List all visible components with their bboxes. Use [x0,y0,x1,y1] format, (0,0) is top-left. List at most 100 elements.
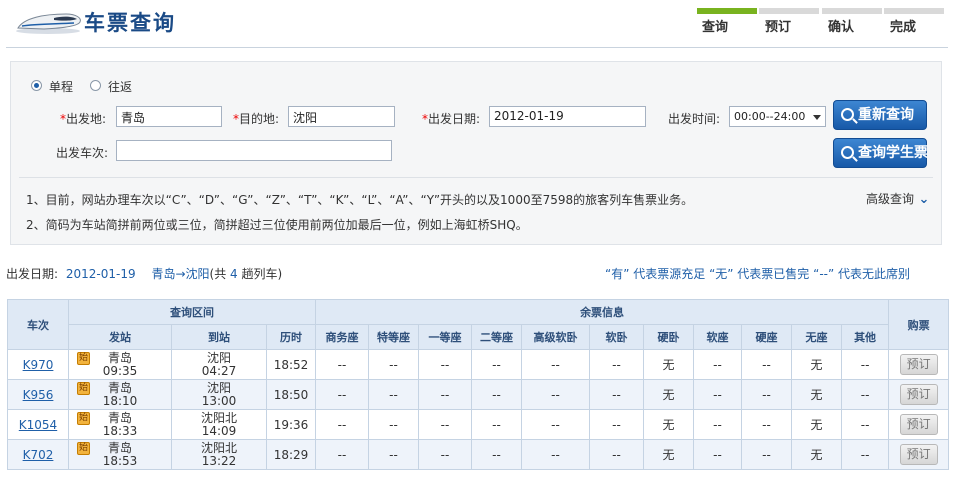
train-cell: K970 [7,349,69,380]
col-header-interval: 查询区间 [68,299,316,325]
seat-cell: -- [368,379,419,410]
seat-cell: -- [418,409,472,440]
seat-cell: -- [741,409,792,440]
train-rows: K970 始青岛 09:35 沈阳 04:27 18:52 -- -- -- -- -- -- 无 -- -… [7,349,950,470]
seat-cell: -- [418,379,472,410]
col-header-seat: 其他 [840,324,890,350]
train-number-link[interactable]: K1054 [19,418,57,432]
seat-cell: -- [589,409,644,440]
col-header-seat: 硬座 [741,324,792,350]
to-cell: 沈阳北 14:09 [171,409,267,440]
train-number-link[interactable]: K702 [23,448,54,462]
train-number-link[interactable]: K970 [23,358,54,372]
seat-cell: -- [589,379,644,410]
chevron-down-icon [813,115,821,120]
advanced-query-link[interactable]: 高级查询 ⌄ [866,190,929,207]
col-header-seat: 特等座 [368,324,419,350]
search-icon [841,108,854,121]
summary-count-suffix: 趟列车) [241,267,283,281]
from-cell: 始青岛 18:53 [68,439,172,470]
requery-button[interactable]: 重新查询 [833,100,927,130]
col-header-seat: 软卧 [589,324,644,350]
book-button[interactable]: 预订 [899,354,938,375]
col-header-from: 发站 [68,324,172,350]
seat-cell: -- [840,349,890,380]
table-row: K702 始青岛 18:53 沈阳北 13:22 18:29 -- -- -- -- -- -- 无 --… [7,439,950,470]
seat-cell: 无 [643,439,694,470]
seat-cell: -- [693,409,742,440]
seat-cell: -- [840,379,890,410]
train-number-link[interactable]: K956 [23,388,54,402]
requery-button-label: 重新查询 [858,107,914,123]
summary-route: 青岛→沈阳 [151,267,210,281]
seat-cell: 无 [791,349,842,380]
time-select[interactable]: 00:00--24:00 [729,106,826,127]
seat-cell: -- [521,409,590,440]
col-header-duration: 历时 [266,324,316,350]
train-cell: K956 [7,379,69,410]
step-label-done: 完成 [890,20,917,35]
radio-one-way-label[interactable]: 单程 [49,78,73,95]
seat-cell: -- [315,379,369,410]
summary-date-label: 出发日期: [6,267,59,281]
summary-date: 2012-01-19 [65,267,136,281]
departure-time: 09:35 [102,363,138,378]
seat-cell: -- [741,379,792,410]
seat-cell: -- [840,409,890,440]
seat-cell: -- [418,349,472,380]
availability-legend: “有” 代表票源充足 “无” 代表票已售完 “--” 代表无此席别 [605,267,911,281]
train-cell: K702 [7,439,69,470]
step-bar-book [759,8,819,14]
book-cell: 预订 [888,409,950,440]
seat-cell: -- [521,379,590,410]
result-summary: 出发日期: 2012-01-19 青岛→沈阳(共 4 趟列车) [6,265,282,282]
step-label-book: 预订 [765,20,792,35]
seat-cell: -- [471,349,522,380]
col-header-seat: 软座 [693,324,742,350]
train-logo [16,13,81,34]
arrival-time: 04:27 [201,363,237,378]
advanced-query-label: 高级查询 [866,192,915,206]
radio-round-trip-label[interactable]: 往返 [108,78,132,95]
panel-divider [19,177,933,178]
col-header-seats: 余票信息 [314,299,890,325]
time-label: 出发时间: [668,112,721,126]
book-button[interactable]: 预订 [899,444,938,465]
col-header-seat: 一等座 [418,324,472,350]
seat-cell: -- [521,439,590,470]
seat-cell: 无 [791,379,842,410]
seat-cell: -- [693,439,742,470]
search-icon [841,146,854,159]
radio-one-way[interactable] [31,80,42,91]
seat-cell: 无 [643,409,694,440]
from-station-input[interactable]: 青岛 [116,106,222,127]
to-station-input[interactable]: 沈阳 [288,106,395,127]
table-row: K970 始青岛 09:35 沈阳 04:27 18:52 -- -- -- -- -- -- 无 -- -… [7,349,950,380]
step-label-confirm: 确认 [828,20,855,35]
col-header-train: 车次 [7,299,69,350]
time-select-value: 00:00--24:00 [734,110,806,123]
summary-count-prefix: (共 [209,267,227,281]
book-button[interactable]: 预订 [899,414,938,435]
duration-cell: 19:36 [266,409,316,440]
arrival-time: 13:22 [201,453,237,468]
double-chevron-down-icon: ⌄ [914,192,930,207]
to-label: *目的地: [233,112,280,126]
col-header-seat: 高级软卧 [521,324,590,350]
seat-cell: 无 [643,349,694,380]
seat-cell: -- [315,439,369,470]
train-no-input[interactable] [116,140,392,161]
radio-round-trip[interactable] [90,80,101,91]
step-bar-confirm [822,8,882,14]
col-header-seat: 二等座 [471,324,522,350]
duration-cell: 18:29 [266,439,316,470]
train-cell: K1054 [7,409,69,440]
origin-badge: 始 [77,352,90,365]
seat-cell: -- [471,439,522,470]
student-ticket-button-label: 查询学生票 [858,145,928,161]
student-ticket-button[interactable]: 查询学生票 [833,138,928,168]
book-button[interactable]: 预订 [899,384,938,405]
summary-count: 4 [230,267,238,281]
note-2: 2、简码为车站简拼前两位或三位，简拼超过三位使用前两位加最后一位，例如上海虹桥S… [26,218,528,232]
date-input[interactable]: 2012-01-19 [489,106,646,127]
